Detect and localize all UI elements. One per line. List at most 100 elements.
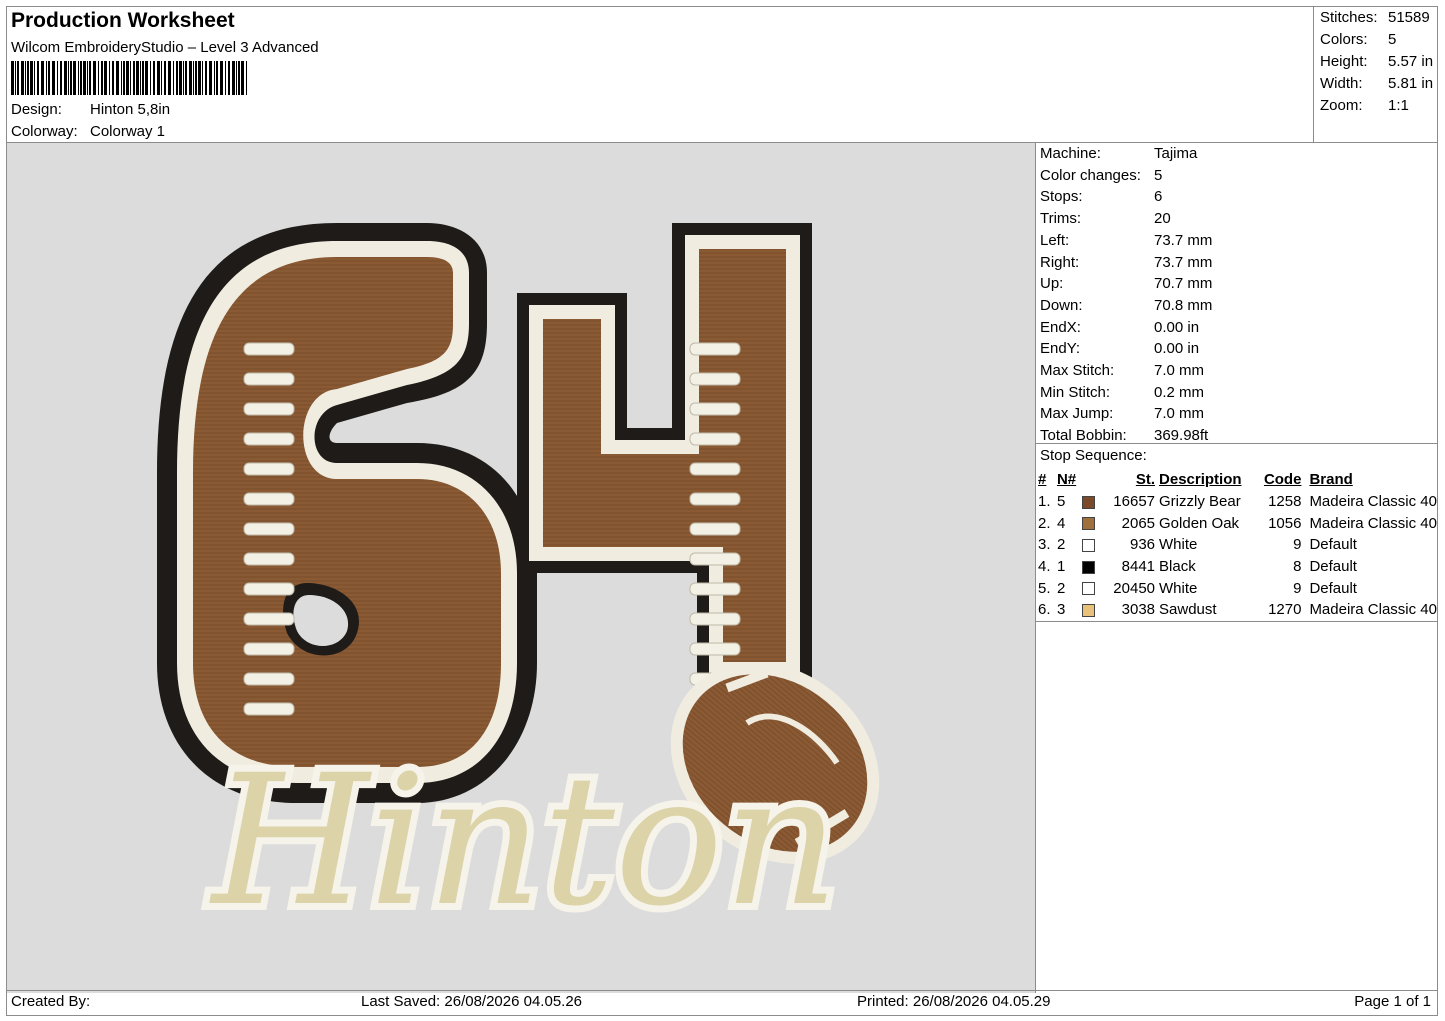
barcode-bar — [27, 61, 29, 95]
lace-stitch — [243, 372, 295, 386]
stitch-count: 8441 — [1121, 558, 1156, 576]
barcode-bar — [232, 61, 235, 95]
machine-info-row: Left: 73.7 mm — [1040, 232, 1212, 249]
thread-brand: Default — [1309, 558, 1357, 576]
col-header: Description — [1159, 471, 1242, 489]
lace-stitch — [689, 642, 741, 656]
barcode-bar — [78, 61, 79, 95]
page-title: Production Worksheet — [11, 9, 235, 32]
color-swatch — [1082, 582, 1095, 596]
thread-brand: Madeira Classic 40 — [1309, 601, 1437, 619]
barcode-bar — [25, 61, 26, 95]
needle-number: 2 — [1056, 579, 1066, 597]
color-swatch — [1082, 604, 1095, 617]
barcode — [11, 61, 247, 95]
row-number: 4. — [1038, 558, 1051, 576]
stat-label: Height: — [1320, 53, 1368, 70]
info-value: 70.7 mm — [1154, 275, 1213, 293]
lace-stitch — [243, 552, 295, 566]
barcode-bar — [68, 61, 69, 95]
thread-brand: Madeira Classic 40 — [1309, 493, 1437, 511]
stat-width: Width: 5.81 in — [1320, 75, 1433, 92]
stat-value: 5.57 in — [1388, 53, 1434, 70]
table-row: 2. 4 2065 Golden Oak 1056 Madeira Classic 40 — [1038, 512, 1437, 534]
info-value: 369.98ft — [1154, 427, 1209, 445]
machine-info-row: Color changes: 5 — [1040, 167, 1162, 184]
info-value: 73.7 mm — [1154, 231, 1213, 249]
design-row: Design: Hinton 5,8in — [11, 101, 170, 118]
thread-code: 8 — [1293, 558, 1302, 576]
info-label: Trims: — [1040, 210, 1082, 228]
thread-description: White — [1159, 536, 1198, 554]
machine-info-row: Total Bobbin: 369.98ft — [1040, 427, 1208, 444]
barcode-bar — [73, 61, 76, 95]
row-number: 2. — [1038, 514, 1051, 532]
thread-description: Sawdust — [1159, 601, 1217, 619]
info-label: Left: — [1040, 231, 1070, 249]
needle-number: 4 — [1056, 514, 1066, 532]
barcode-bar — [101, 61, 103, 95]
color-swatch-cell — [1082, 534, 1103, 556]
barcode-bar — [246, 61, 247, 95]
lace-stitch — [689, 522, 741, 536]
info-value: 0.00 in — [1154, 340, 1200, 358]
color-swatch-cell — [1082, 577, 1103, 599]
barcode-bar — [185, 61, 187, 95]
info-value: 0.2 mm — [1154, 383, 1205, 401]
design-label: Design: — [11, 101, 62, 118]
row-number: 1. — [1038, 493, 1051, 511]
worksheet-frame: Production Worksheet Wilcom EmbroiderySt… — [6, 6, 1438, 1016]
color-swatch — [1082, 517, 1095, 531]
table-header-row: # N# St. Description Code Brand — [1038, 469, 1437, 491]
color-swatch-cell — [1082, 512, 1103, 534]
barcode-bar — [220, 61, 223, 95]
lace-stitch — [243, 582, 295, 596]
barcode-bar — [80, 61, 82, 95]
machine-info-row: Right: 73.7 mm — [1040, 254, 1212, 271]
barcode-bar — [52, 61, 55, 95]
barcode-bar — [87, 61, 88, 95]
barcode-bar — [11, 61, 14, 95]
barcode-bar — [98, 61, 99, 95]
machine-info-row: Max Stitch: 7.0 mm — [1040, 362, 1204, 379]
lace-stitch — [243, 612, 295, 626]
table-row: 5. 2 20450 White 9 Default — [1038, 577, 1437, 599]
lace-stitch — [689, 492, 741, 506]
stitch-count: 3038 — [1121, 601, 1156, 619]
lace-stitch — [243, 462, 295, 476]
stat-value: 1:1 — [1388, 97, 1409, 114]
barcode-bar — [241, 61, 244, 95]
table-row: 6. 3 3038 Sawdust 1270 Madeira Classic 40 — [1038, 599, 1437, 621]
barcode-bar — [238, 61, 240, 95]
barcode-bar — [109, 61, 110, 95]
info-label: Right: — [1040, 253, 1080, 271]
needle-number: 1 — [1056, 558, 1066, 576]
barcode-bar — [83, 61, 86, 95]
col-header: Code — [1263, 471, 1302, 489]
needle-number: 2 — [1056, 536, 1066, 554]
name-lettering: Hinton — [202, 730, 846, 953]
printed-date: Printed: 26/08/2026 04.05.29 — [857, 993, 1051, 1010]
barcode-bar — [198, 61, 201, 95]
stop-sequence-title: Stop Sequence: — [1040, 447, 1147, 464]
color-swatch — [1082, 538, 1095, 552]
barcode-bar — [112, 61, 114, 95]
barcode-bar — [41, 61, 44, 95]
info-value: 6 — [1154, 188, 1163, 206]
stitch-count: 16657 — [1113, 493, 1156, 511]
lace-stitch — [243, 342, 295, 356]
barcode-bar — [168, 61, 171, 95]
info-value: 70.8 mm — [1154, 296, 1213, 314]
thread-brand: Default — [1309, 579, 1357, 597]
lace-stitch — [689, 552, 741, 566]
barcode-bar — [161, 61, 162, 95]
stitch-count: 20450 — [1113, 579, 1156, 597]
table-row: 3. 2 936 White 9 Default — [1038, 534, 1437, 556]
info-label: Max Stitch: — [1040, 362, 1115, 379]
barcode-bar — [189, 61, 192, 95]
color-swatch — [1082, 560, 1095, 574]
barcode-bar — [195, 61, 197, 95]
number-four — [517, 223, 812, 688]
info-label: Machine: — [1040, 145, 1101, 162]
barcode-bar — [179, 61, 182, 95]
